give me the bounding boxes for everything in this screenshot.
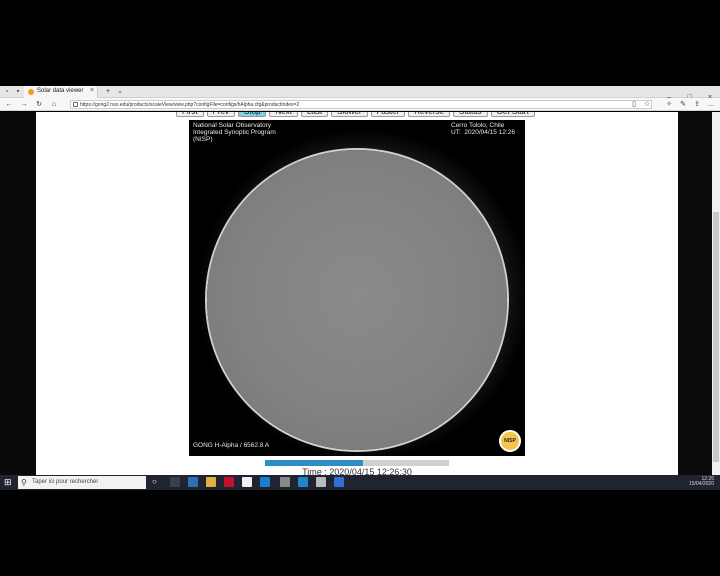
faster-button[interactable]: Faster (370, 112, 406, 117)
org-line-1: National Solar Observatory (193, 122, 272, 129)
browser-tab-active[interactable]: Solar data viewer × (24, 86, 98, 98)
taskbar-search-text[interactable]: Taper ici pour rechercher (32, 479, 98, 485)
lock-icon (73, 102, 78, 107)
app-icon-grey[interactable] (316, 477, 326, 487)
scrollbar-thumb[interactable] (713, 212, 719, 462)
reading-view-icon[interactable]: ▯ (630, 101, 638, 109)
browser-nav-bar: ← → ↻ ⌂ https://gong2.nso.edu/products/s… (0, 98, 720, 111)
settings-gear-icon[interactable] (280, 477, 290, 487)
forward-icon[interactable]: → (20, 101, 28, 109)
store-icon[interactable] (242, 477, 252, 487)
last-button[interactable]: Last (300, 112, 329, 117)
tab-actions-icon[interactable]: ▫ (3, 88, 11, 96)
time-label: Time : 2020/04/15 12:26:30 (302, 467, 412, 475)
frame-progress-bar[interactable] (265, 460, 449, 466)
favorites-hub-icon[interactable]: ✧ (665, 101, 673, 109)
system-tray[interactable]: 12:26 15/04/2020 (689, 477, 714, 489)
page-margin-right (678, 112, 712, 475)
app-icon-red[interactable] (224, 477, 234, 487)
progress-fill (265, 460, 363, 466)
ut-label: UT: 2020/04/15 12:26 (451, 129, 515, 136)
task-view-icon[interactable] (170, 477, 180, 487)
cortana-icon[interactable]: ○ (152, 477, 162, 487)
reverse-button[interactable]: Reverse (408, 112, 450, 117)
next-button[interactable]: Next (269, 112, 298, 117)
solar-image-viewer: National Solar Observatory Integrated Sy… (189, 120, 525, 456)
more-icon[interactable]: … (707, 101, 715, 109)
home-icon[interactable]: ⌂ (50, 101, 58, 109)
file-explorer-icon[interactable] (206, 477, 216, 487)
solar-disk (207, 150, 507, 450)
tray-date: 15/04/2020 (688, 481, 714, 487)
share-icon[interactable]: ⇪ (693, 101, 701, 109)
app-icon-lr[interactable] (298, 477, 308, 487)
refresh-icon[interactable]: ↻ (35, 101, 43, 109)
new-tab-icon[interactable]: + (104, 88, 112, 96)
mail-icon[interactable] (260, 477, 270, 487)
get-start-button[interactable]: Get Start (490, 112, 535, 117)
address-text[interactable]: https://gong2.nso.edu/products/scaleView… (80, 101, 299, 109)
tab-list-icon[interactable]: ▪ (14, 88, 22, 96)
favicon-icon (28, 89, 34, 95)
slower-button[interactable]: Slower (331, 112, 368, 117)
org-line-2: Integrated Synoptic Program (193, 129, 276, 136)
favorite-star-icon[interactable]: ☆ (643, 101, 651, 109)
browser-tab-bar: ▫ ▪ Solar data viewer × + ⌄ – □ × (0, 86, 720, 101)
edge-app-icon[interactable] (188, 477, 198, 487)
taskbar: ⊞ ⚲ Taper ici pour rechercher ○ 12:26 15… (0, 475, 720, 490)
nisp-logo: NISP (499, 430, 521, 452)
screen: ▫ ▪ Solar data viewer × + ⌄ – □ × ← → ↻ … (0, 0, 720, 576)
prev-button[interactable]: Prev (206, 112, 236, 117)
site-label: Cerro Tololo, Chile (451, 122, 505, 129)
address-bar[interactable]: https://gong2.nso.edu/products/scaleView… (70, 100, 652, 109)
playback-controls: FirstPrevStopNextLastSlowerFasterReverse… (176, 112, 538, 118)
image-caption: GONG H-Alpha / 6562.8 A (193, 442, 270, 449)
tab-title: Solar data viewer (37, 88, 84, 94)
taskbar-search-box[interactable]: ⚲ Taper ici pour rechercher (18, 476, 146, 489)
page-content: FirstPrevStopNextLastSlowerFasterReverse… (36, 112, 678, 475)
status-button[interactable]: Status (452, 112, 488, 117)
first-button[interactable]: First (176, 112, 204, 117)
stop-button[interactable]: Stop (238, 112, 267, 117)
notes-icon[interactable]: ✎ (679, 101, 687, 109)
windows-start-icon[interactable]: ⊞ (4, 478, 13, 487)
page-margin-left (0, 112, 36, 475)
window-controls: – □ × (661, 86, 718, 101)
search-icon: ⚲ (21, 478, 27, 487)
chevron-down-icon[interactable]: ⌄ (116, 88, 124, 96)
org-line-3: (NISP) (193, 136, 213, 143)
vertical-scrollbar[interactable] (712, 112, 720, 475)
back-icon[interactable]: ← (5, 101, 13, 109)
close-tab-icon[interactable]: × (90, 87, 94, 94)
app-icon-blue[interactable] (334, 477, 344, 487)
